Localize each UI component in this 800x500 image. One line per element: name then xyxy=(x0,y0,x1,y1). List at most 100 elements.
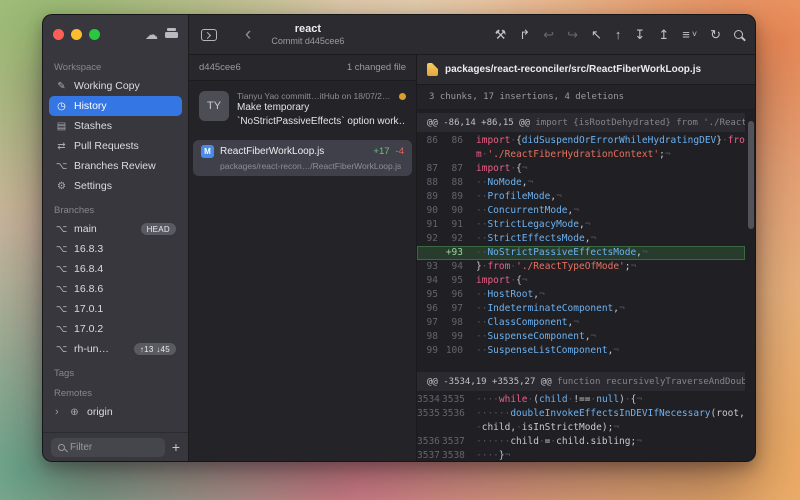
cloud-sync-icon[interactable]: ☁ xyxy=(145,28,158,41)
sidebar-item-17-0-2[interactable]: ⌥17.0.2 xyxy=(49,319,182,339)
sidebar-item-working-copy[interactable]: ✎Working Copy xyxy=(49,76,182,96)
redo-icon[interactable]: ↪ xyxy=(567,28,578,41)
commit-message-line2: `NoStrictPassiveEffects` option work… xyxy=(237,115,406,129)
sidebar-item-main[interactable]: ⌥mainHEAD xyxy=(49,219,182,239)
new-line-number: 92 xyxy=(442,232,467,246)
desktop-background: ☁ Workspace ✎Working Copy◷History▤Stashes… xyxy=(0,0,800,500)
sidebar-item-label: 17.0.1 xyxy=(74,303,103,315)
undo-icon[interactable]: ↩ xyxy=(543,28,554,41)
gear-icon: ⚙ xyxy=(55,181,68,192)
code-line[interactable]: 8686import·{didSuspendOrErrorWhileHydrat… xyxy=(417,134,745,162)
scrollbar[interactable] xyxy=(747,115,754,457)
new-line-number: 3535 xyxy=(442,393,467,407)
old-line-number: 3534 xyxy=(417,393,442,407)
refresh-icon[interactable]: ↻ xyxy=(710,28,721,41)
file-item[interactable]: M ReactFiberWorkLoop.js +17 -4 packages/… xyxy=(193,140,412,176)
branch-icon: ⌥ xyxy=(55,324,68,335)
code-text: ··SuspenseComponent,¬ xyxy=(472,330,745,344)
add-button[interactable]: + xyxy=(172,440,180,454)
sidebar-item-16-8-6[interactable]: ⌥16.8.6 xyxy=(49,279,182,299)
push-icon[interactable]: ↑ xyxy=(615,28,622,41)
code-line[interactable]: 9090··ConcurrentMode,¬ xyxy=(417,204,745,218)
minimize-window-button[interactable] xyxy=(71,29,82,40)
code-line[interactable]: 9596··HostRoot,¬ xyxy=(417,288,745,302)
sidebar-item-origin[interactable]: ›⊕origin xyxy=(49,402,182,422)
share-icon[interactable]: ↱ xyxy=(519,28,530,41)
code-line[interactable]: 8989··ProfileMode,¬ xyxy=(417,190,745,204)
code-line[interactable]: +93··NoStrictPassiveEffectsMode,¬ xyxy=(417,246,745,260)
code-text: import·{didSuspendOrErrorWhileHydratingD… xyxy=(472,134,745,162)
code-line[interactable]: 9394}·from·'./ReactTypeOfMode';¬ xyxy=(417,260,745,274)
sidebar-item-history[interactable]: ◷History xyxy=(49,96,182,116)
deletions-count: -4 xyxy=(396,146,404,157)
app-window: ☁ Workspace ✎Working Copy◷History▤Stashes… xyxy=(42,14,756,462)
close-window-button[interactable] xyxy=(53,29,64,40)
sidebar-titlebar: ☁ xyxy=(43,15,188,53)
code-line[interactable]: 35373538····}¬ xyxy=(417,449,745,461)
code-line[interactable]: 9292··StrictEffectsMode,¬ xyxy=(417,232,745,246)
toggle-sidebar-icon[interactable] xyxy=(201,29,217,41)
sidebar-item-17-0-1[interactable]: ⌥ 17.0.1 xyxy=(49,299,182,319)
code-line[interactable]: 35343535····while·(child·!==·null)·{¬ xyxy=(417,393,745,407)
toolbar-actions: ⚒ ↱ ↩ ↪ ↖ ↑ ↧ ↥ ≡˅ ↻ xyxy=(495,28,743,41)
code-line[interactable]: 9697··IndeterminateComponent,¬ xyxy=(417,302,745,316)
code-line[interactable]: 9191··StrictLegacyMode,¬ xyxy=(417,218,745,232)
code-line[interactable]: 35353536······doubleInvokeEffectsInDEVIf… xyxy=(417,407,745,435)
code-line[interactable]: 35363537······child·=·child.sibling;¬ xyxy=(417,435,745,449)
code-text: }·from·'./ReactTypeOfMode';¬ xyxy=(472,260,745,274)
file-name: ReactFiberWorkLoop.js xyxy=(220,146,367,157)
code-text: ··ProfileMode,¬ xyxy=(472,190,745,204)
search-icon[interactable] xyxy=(734,30,743,39)
sidebar-item-label: main xyxy=(74,223,97,235)
hunk-range: @@ -3534,19 +3535,27 @@ xyxy=(427,377,552,387)
code-line[interactable]: 9798··ClassComponent,¬ xyxy=(417,316,745,330)
sidebar-item-16-8-3[interactable]: ⌥16.8.3 xyxy=(49,239,182,259)
code-line[interactable]: 8888··NoMode,¬ xyxy=(417,176,745,190)
diff-panel: packages/react-reconciler/src/ReactFiber… xyxy=(417,55,755,461)
printer-icon[interactable] xyxy=(165,28,178,40)
code-text: import·{¬ xyxy=(472,274,745,288)
commit-panel: d445cee6 1 changed file TY Tianyu Yao co… xyxy=(189,55,417,461)
code-text: ··HostRoot,¬ xyxy=(472,288,745,302)
branch-icon: ⌥ xyxy=(55,304,68,315)
sidebar-item-branches-review[interactable]: ⌥Branches Review xyxy=(49,156,182,176)
filter-input[interactable]: Filter xyxy=(51,438,165,457)
sidebar-item-label: Settings xyxy=(74,180,112,192)
pointer-icon[interactable]: ↖ xyxy=(591,28,602,41)
section-title-branches: Branches xyxy=(54,205,177,216)
back-icon[interactable]: ‹ xyxy=(245,25,251,44)
sidebar-item-settings[interactable]: ⚙ Settings xyxy=(49,176,182,196)
amend-tools-icon[interactable]: ⚒ xyxy=(495,28,507,41)
commit-item[interactable]: TY Tianyu Yao committ…itHub on 18/07/202… xyxy=(189,81,416,137)
commit-text: Tianyu Yao committ…itHub on 18/07/2023 M… xyxy=(237,91,406,129)
hunk-header: @@ -86,14 +86,15 @@ import {isRootDehydr… xyxy=(417,113,745,132)
avatar: TY xyxy=(199,91,229,121)
sidebar-item-16-8-4[interactable]: ⌥16.8.4 xyxy=(49,259,182,279)
code-line[interactable]: 9495import·{¬ xyxy=(417,274,745,288)
new-line-number: 3538 xyxy=(442,449,467,461)
sidebar-item-rh-un[interactable]: ⌥rh-un…↑13 ↓45 xyxy=(49,339,182,359)
status-dot-icon xyxy=(399,93,406,100)
scrollbar-thumb[interactable] xyxy=(748,121,754,229)
old-line-number: 87 xyxy=(417,162,442,176)
stash-icon[interactable]: ↧ xyxy=(634,28,645,41)
code-line[interactable]: 99100··SuspenseListComponent,¬ xyxy=(417,344,745,358)
code-line[interactable]: 9899··SuspenseComponent,¬ xyxy=(417,330,745,344)
old-line-number: 3535 xyxy=(417,407,442,421)
sidebar-item-pull-requests[interactable]: ⇄Pull Requests xyxy=(49,136,182,156)
section-title-workspace: Workspace xyxy=(54,62,177,73)
chevron-right-icon[interactable]: › xyxy=(55,406,62,418)
changed-files-label: 1 changed file xyxy=(347,62,406,73)
repo-title: react xyxy=(271,23,344,35)
view-options-icon[interactable]: ≡˅ xyxy=(682,28,697,41)
toolbar: ‹ react Commit d445cee6 ⚒↱↩↪↖↑↧↥≡˅↻ xyxy=(189,15,755,55)
code-text: ····}¬ xyxy=(472,449,745,461)
old-line-number: 86 xyxy=(417,134,442,148)
code-line[interactable]: 8787import·{¬ xyxy=(417,162,745,176)
zoom-window-button[interactable] xyxy=(89,29,100,40)
unstash-icon[interactable]: ↥ xyxy=(658,28,669,41)
sidebar-item-label: 16.8.3 xyxy=(74,243,103,255)
sidebar-item-label: 16.8.6 xyxy=(74,283,103,295)
code-text: import·{¬ xyxy=(472,162,745,176)
sidebar-item-stashes[interactable]: ▤Stashes xyxy=(49,116,182,136)
